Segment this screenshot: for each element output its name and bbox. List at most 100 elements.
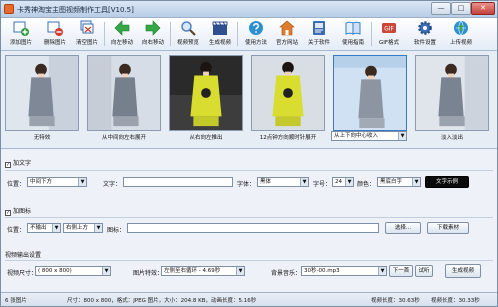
image-thumbnail-selected[interactable] (333, 55, 407, 131)
text-sample-preview: 文字示例 (425, 176, 469, 188)
model-photo (252, 56, 324, 130)
add-text-checkbox[interactable]: ✓ 加文字 (5, 158, 31, 168)
video-size-label: 视频尺寸： (7, 270, 38, 277)
image-spec: 尺寸：800 x 800，格式：JPEG 图片，大小：204.8 KB，动画长度… (67, 298, 257, 304)
choose-icon-button[interactable]: 选择... (385, 222, 421, 234)
maximize-button[interactable]: □ (451, 2, 471, 15)
add-image-button[interactable]: 添加图片 (3, 20, 39, 49)
chevron-down-icon: ▼ (78, 178, 86, 186)
window-title: 卡秀神淘宝主图视频制作工具[V10.5] (17, 6, 134, 14)
icon-file-input[interactable] (127, 223, 379, 233)
chevron-down-icon: ▼ (94, 224, 102, 232)
thumbnail-caption: 12点钟方向顺时针展开 (259, 135, 317, 141)
text-position-select[interactable]: 中间下方 ▼ (27, 177, 87, 187)
text-overlay-section: ✓ 加文字 位置： 中间下方 ▼ 文字： 字体： 黑体 ▼ 字号： 24 ▼ 颜色： 黑… (5, 158, 493, 198)
text-position-label: 位置： (7, 181, 26, 188)
thumbnail-caption: 从右向左推出 (189, 135, 223, 141)
settings-button[interactable]: 软件设置 (407, 20, 443, 49)
chevron-down-icon: ▼ (378, 267, 386, 275)
gif-format-button[interactable]: GIF GIF格式 (371, 20, 407, 49)
app-logo-icon (4, 4, 14, 14)
output-settings-title: 视频输出设置 (5, 252, 42, 259)
icon-position-select[interactable]: 不输出 ▼ (27, 223, 61, 233)
group-divider (5, 217, 493, 218)
image-thumbnail[interactable] (251, 55, 325, 131)
move-right-button[interactable]: 向右移动 (135, 20, 171, 49)
icon-position-label: 位置： (7, 227, 26, 234)
checkbox-icon: ✓ (5, 210, 11, 216)
chevron-down-icon: ▼ (398, 132, 406, 140)
official-site-button[interactable]: 官方网站 (269, 20, 305, 49)
download-materials-button[interactable]: 下载素材 (427, 222, 469, 234)
text-content-input[interactable] (123, 177, 233, 187)
toolbar: 添加图片 删除图片 清空图片 向左移动 向右移动 视频预览 生成视频 使用方法 … (1, 18, 497, 51)
delete-image-icon (47, 21, 63, 36)
image-thumbnail[interactable] (415, 55, 489, 131)
model-photo (6, 56, 78, 130)
icon-file-label: 图标： (107, 227, 126, 234)
next-track-button[interactable]: 下一首 (389, 265, 413, 277)
delete-image-button[interactable]: 删除图片 (37, 20, 73, 49)
chevron-down-icon: ▼ (52, 224, 60, 232)
arrow-left-icon (114, 20, 130, 36)
total-length: 视频长度：30.33秒 (431, 298, 480, 304)
text-color-label: 颜色： (357, 181, 376, 188)
add-image-icon (13, 21, 29, 36)
generate-video-main-button[interactable]: 生成视频 (445, 264, 481, 278)
magnifier-icon (181, 21, 196, 36)
font-label: 字体： (237, 181, 256, 188)
image-effect-label: 图片特效： (133, 270, 164, 277)
gif-icon: GIF (382, 23, 396, 33)
close-button[interactable]: ✕ (471, 2, 495, 15)
group-divider (5, 260, 493, 261)
guide-button[interactable]: 使用指南 (335, 20, 371, 49)
image-strip: 无特效 从中间向左右展开 从右向左推出 12点钟方向顺时针展开 从上下向中心收入… (1, 51, 497, 149)
generate-video-button[interactable]: 生成视频 (202, 20, 238, 49)
image-thumbnail[interactable] (87, 55, 161, 131)
minimize-button[interactable]: — (431, 2, 451, 15)
font-size-select[interactable]: 24 ▼ (332, 177, 354, 187)
model-photo (416, 56, 488, 130)
svg-text:GIF: GIF (384, 26, 394, 33)
image-thumbnail[interactable] (169, 55, 243, 131)
title-bar[interactable]: 卡秀神淘宝主图视频制作工具[V10.5] — □ ✕ (1, 1, 497, 18)
thumbnail-caption: 从中间向左右展开 (101, 135, 146, 141)
checkbox-icon: ✓ (5, 162, 11, 168)
status-bar: 6 张图片 尺寸：800 x 800，格式：JPEG 图片，大小：204.8 K… (1, 292, 497, 306)
video-size-select[interactable]: ( 800 x 800) ▼ (35, 266, 111, 276)
output-settings-section: 视频输出设置 视频尺寸： ( 800 x 800) ▼ 图片特效： 左侧至右循环 … (5, 250, 493, 288)
upload-icon (454, 20, 468, 36)
chevron-down-icon: ▼ (412, 178, 420, 186)
chevron-down-icon: ▼ (300, 178, 308, 186)
home-icon (279, 20, 295, 36)
background-music-label: 背景音乐： (271, 270, 302, 277)
clear-images-button[interactable]: 清空图片 (69, 20, 105, 49)
model-photo (170, 56, 242, 130)
model-photo (88, 56, 160, 130)
upload-video-button[interactable]: 上传视频 (443, 20, 479, 49)
chevron-down-icon: ▼ (345, 178, 353, 186)
font-select[interactable]: 黑体 ▼ (257, 177, 309, 187)
background-music-select[interactable]: 30秒-00.mp3 ▼ (301, 266, 387, 276)
icon-corner-select[interactable]: 右侧上方 ▼ (63, 223, 103, 233)
text-color-select[interactable]: 黑底白字 ▼ (377, 177, 421, 187)
add-icon-checkbox[interactable]: ✓ 加图标 (5, 206, 31, 216)
image-thumbnail[interactable] (5, 55, 79, 131)
gear-icon (418, 21, 432, 35)
font-size-label: 字号： (313, 181, 332, 188)
image-effect-select[interactable]: 左侧至右循环 - 4.69秒 ▼ (161, 266, 245, 276)
transition-effect-select[interactable]: 从上下向中心收入 ▼ (331, 131, 407, 141)
clapperboard-icon (212, 21, 228, 35)
text-content-label: 文字： (103, 181, 122, 188)
help-icon (249, 21, 263, 35)
about-button[interactable]: 关于软件 (301, 20, 337, 49)
preview-video-button[interactable]: 视频预览 (170, 20, 206, 49)
app-window: 卡秀神淘宝主图视频制作工具[V10.5] — □ ✕ 添加图片 删除图片 清空图… (0, 0, 498, 307)
group-divider (5, 170, 493, 171)
preview-music-button[interactable]: 试听 (415, 265, 433, 277)
icon-overlay-section: ✓ 加图标 位置： 不输出 ▼ 右侧上方 ▼ 图标： 选择... 下载素材 (5, 206, 493, 242)
thumbnail-caption: 淡入淡出 (440, 135, 463, 141)
info-icon (313, 21, 325, 35)
model-photo (334, 56, 406, 130)
clear-images-icon (80, 20, 94, 34)
